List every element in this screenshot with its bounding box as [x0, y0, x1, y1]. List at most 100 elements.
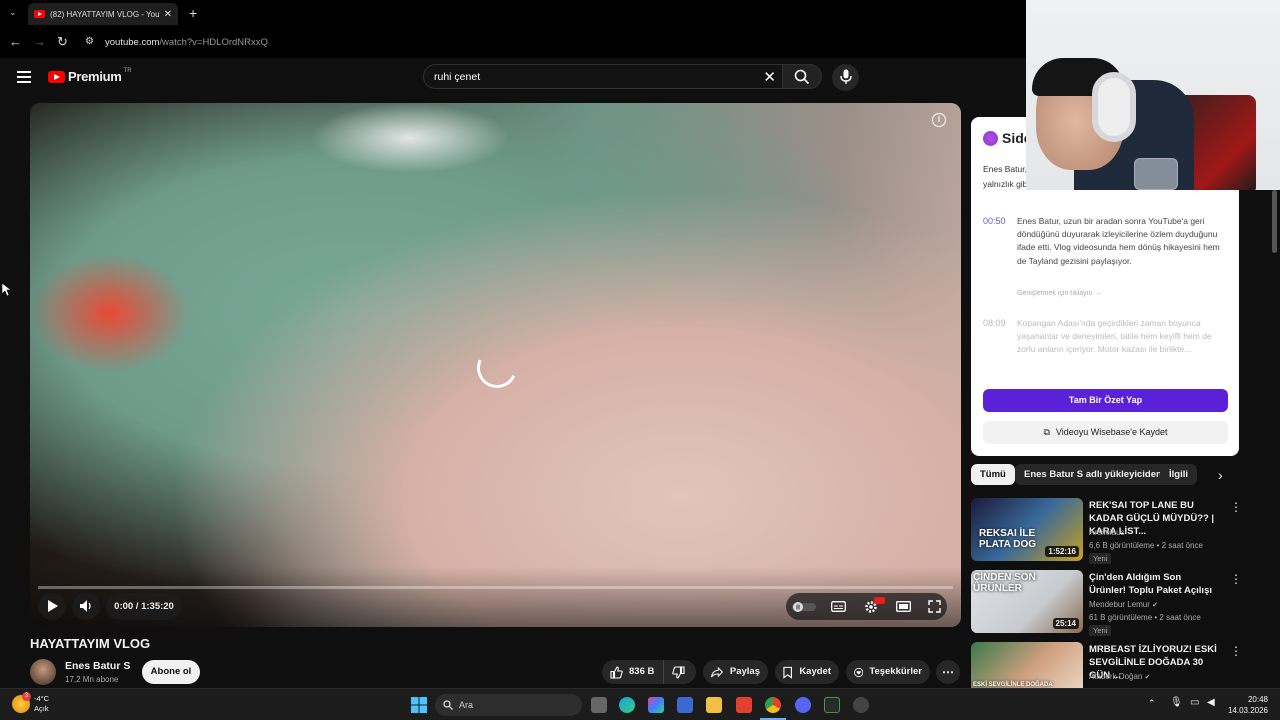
- office-icon[interactable]: [736, 697, 752, 713]
- video-thumbnail[interactable]: ÇİNDEN SON ÜRÜNLER 25:14: [971, 570, 1083, 633]
- site-info-icon[interactable]: ⚙: [85, 36, 94, 47]
- reload-icon[interactable]: ↻: [57, 34, 68, 50]
- weather-widget[interactable]: -4°C Açık: [34, 694, 49, 714]
- recommendation-channel[interactable]: Archelaus: [1089, 528, 1125, 537]
- recommendation-channel[interactable]: Ataberk Doğan ✔: [1089, 672, 1150, 681]
- save-button[interactable]: Kaydet: [775, 660, 839, 684]
- video-thumbnail[interactable]: REKSAI İLE PLATA DOG 1:52:16: [971, 498, 1083, 561]
- summary-timestamp[interactable]: 00:50: [983, 216, 1006, 226]
- edge-browser-icon[interactable]: [619, 697, 635, 713]
- dislike-button[interactable]: [664, 665, 685, 679]
- clock-date: 14.03.2026: [1227, 706, 1268, 715]
- chip-related[interactable]: İlgili: [1160, 464, 1197, 485]
- new-badge: Yeni: [1089, 553, 1112, 564]
- weather-desc: Açık: [34, 704, 49, 713]
- discord-icon[interactable]: [795, 697, 811, 713]
- kebab-menu-icon[interactable]: ⋮: [1230, 572, 1242, 586]
- thanks-label: Teşekkürler: [869, 666, 922, 677]
- kebab-menu-icon[interactable]: ⋮: [1230, 644, 1239, 658]
- thanks-heart-icon: [854, 667, 864, 677]
- like-dislike-group: 836 B: [602, 660, 696, 684]
- windows-taskbar: 3 -4°C Açık Ara ⌃ 🎙 ▭ ◀ 20:48 14.03.2026: [0, 688, 1280, 720]
- chevron-right-icon[interactable]: ›: [1218, 467, 1223, 483]
- info-icon[interactable]: i: [932, 113, 946, 127]
- video-player[interactable]: i 0:00 / 1:35:20: [30, 103, 961, 627]
- tab-list-chevron-icon[interactable]: ⌄: [9, 7, 17, 18]
- url-field[interactable]: youtube.com/watch?v=HDLOrdNRxxQ: [105, 37, 268, 48]
- recommendation-meta: 61 B görüntüleme • 2 saat önce: [1089, 613, 1201, 622]
- like-count: 836 B: [629, 666, 655, 677]
- loading-spinner-icon: [471, 342, 523, 394]
- youtube-favicon-icon: [34, 10, 45, 18]
- windows-start-icon[interactable]: [411, 697, 427, 713]
- store-icon[interactable]: [677, 697, 693, 713]
- channel-avatar[interactable]: [30, 659, 56, 685]
- app-icon[interactable]: [853, 697, 869, 713]
- search-button[interactable]: [782, 64, 822, 89]
- recommendation-item[interactable]: REKSAI İLE PLATA DOG 1:52:16 REK'SAI TOP…: [971, 498, 1242, 564]
- browser-tab[interactable]: (82) HAYATTAYIM VLOG - YouTube ✕: [28, 3, 178, 25]
- autoplay-toggle-icon[interactable]: [792, 601, 816, 613]
- subtitles-icon[interactable]: [831, 601, 846, 612]
- taskbar-search[interactable]: Ara: [435, 694, 582, 716]
- summary-text: Kopangan Adası'nda geçirdikleri zaman bo…: [1017, 318, 1212, 355]
- forward-icon[interactable]: →: [33, 34, 46, 49]
- search-input[interactable]: ruhi çenet: [434, 71, 480, 83]
- more-actions-button[interactable]: ⋯: [936, 660, 960, 684]
- video-thumbnail[interactable]: ESKİ SEVGİLİNLE DOĞADA: [971, 642, 1083, 688]
- menu-icon[interactable]: [17, 71, 31, 83]
- progress-bar[interactable]: [38, 586, 953, 589]
- fullscreen-icon[interactable]: [928, 600, 941, 613]
- verified-icon: ✔: [1152, 602, 1159, 609]
- network-icon[interactable]: ▭: [1190, 697, 1199, 708]
- expand-hint[interactable]: Genişletmek için tıklayın →: [1017, 290, 1101, 297]
- microphone-tray-icon[interactable]: 🎙: [1170, 697, 1183, 708]
- system-clock[interactable]: 20:48 14.03.2026: [1228, 694, 1268, 716]
- thanks-button[interactable]: Teşekkürler: [846, 660, 930, 684]
- channel-name[interactable]: Enes Batur S: [65, 660, 130, 672]
- save-to-wisebase-button[interactable]: ⧉ Videoyu Wisebase'e Kaydet: [983, 421, 1228, 444]
- youtube-logo[interactable]: Premium TR: [48, 68, 132, 84]
- copilot-icon[interactable]: [648, 697, 664, 713]
- clock-time: 20:48: [1247, 695, 1268, 704]
- file-explorer-icon[interactable]: [706, 697, 722, 713]
- theater-mode-icon[interactable]: [896, 601, 911, 612]
- close-tab-icon[interactable]: ✕: [164, 9, 172, 20]
- recommendation-title[interactable]: Çin'den Aldığım Son Ürünler! Toplu Paket…: [1089, 571, 1219, 597]
- volume-button[interactable]: [72, 593, 100, 620]
- task-view-icon[interactable]: [591, 697, 607, 713]
- chrome-icon[interactable]: [765, 697, 781, 713]
- share-button[interactable]: Paylaş: [703, 660, 768, 684]
- summary-text: Enes Batur, uzun bir aradan sonra YouTub…: [1017, 216, 1220, 266]
- subscribe-button[interactable]: Abone ol: [142, 660, 200, 684]
- speaker-icon[interactable]: ◀: [1207, 697, 1215, 708]
- summary-timestamp[interactable]: 08:09: [983, 318, 1006, 328]
- chip-from-uploader[interactable]: Enes Batur S adlı yükleyiciden: [1015, 464, 1171, 485]
- thumbs-down-icon: [672, 665, 685, 679]
- kebab-menu-icon[interactable]: ⋮: [1230, 500, 1242, 514]
- new-tab-icon[interactable]: +: [189, 5, 197, 21]
- save-label: Kaydet: [799, 666, 831, 677]
- weather-badge: 3: [22, 692, 31, 701]
- recommendation-channel[interactable]: Mendebur Lemur ✔: [1089, 600, 1158, 609]
- thumbnail-text: ÇİNDEN SON ÜRÜNLER: [973, 572, 1036, 594]
- hd-badge: [874, 597, 885, 604]
- summary-header: Side: [983, 130, 1032, 146]
- app-icon[interactable]: [824, 697, 840, 713]
- clear-search-icon[interactable]: ✕: [763, 68, 776, 86]
- search-box[interactable]: ruhi çenet ✕: [423, 64, 785, 89]
- like-button[interactable]: 836 B: [602, 660, 664, 684]
- play-icon: [48, 600, 58, 612]
- play-button[interactable]: [38, 593, 66, 620]
- recommendation-item[interactable]: ÇİNDEN SON ÜRÜNLER 25:14 Çin'den Aldığım…: [971, 570, 1242, 636]
- recommendation-item[interactable]: ESKİ SEVGİLİNLE DOĞADA MRBEAST İZLİYORUZ…: [971, 642, 1239, 688]
- volume-icon: [80, 600, 91, 612]
- voice-search-button[interactable]: [832, 64, 859, 91]
- verified-icon: ✔: [1144, 674, 1151, 681]
- tray-chevron-up-icon[interactable]: ⌃: [1148, 698, 1156, 709]
- page-scrollbar[interactable]: [1272, 190, 1277, 253]
- chip-all[interactable]: Tümü: [971, 464, 1015, 485]
- headphones: [1092, 72, 1136, 142]
- back-icon[interactable]: ←: [9, 34, 22, 49]
- full-summary-button[interactable]: Tam Bir Özet Yap: [983, 389, 1228, 412]
